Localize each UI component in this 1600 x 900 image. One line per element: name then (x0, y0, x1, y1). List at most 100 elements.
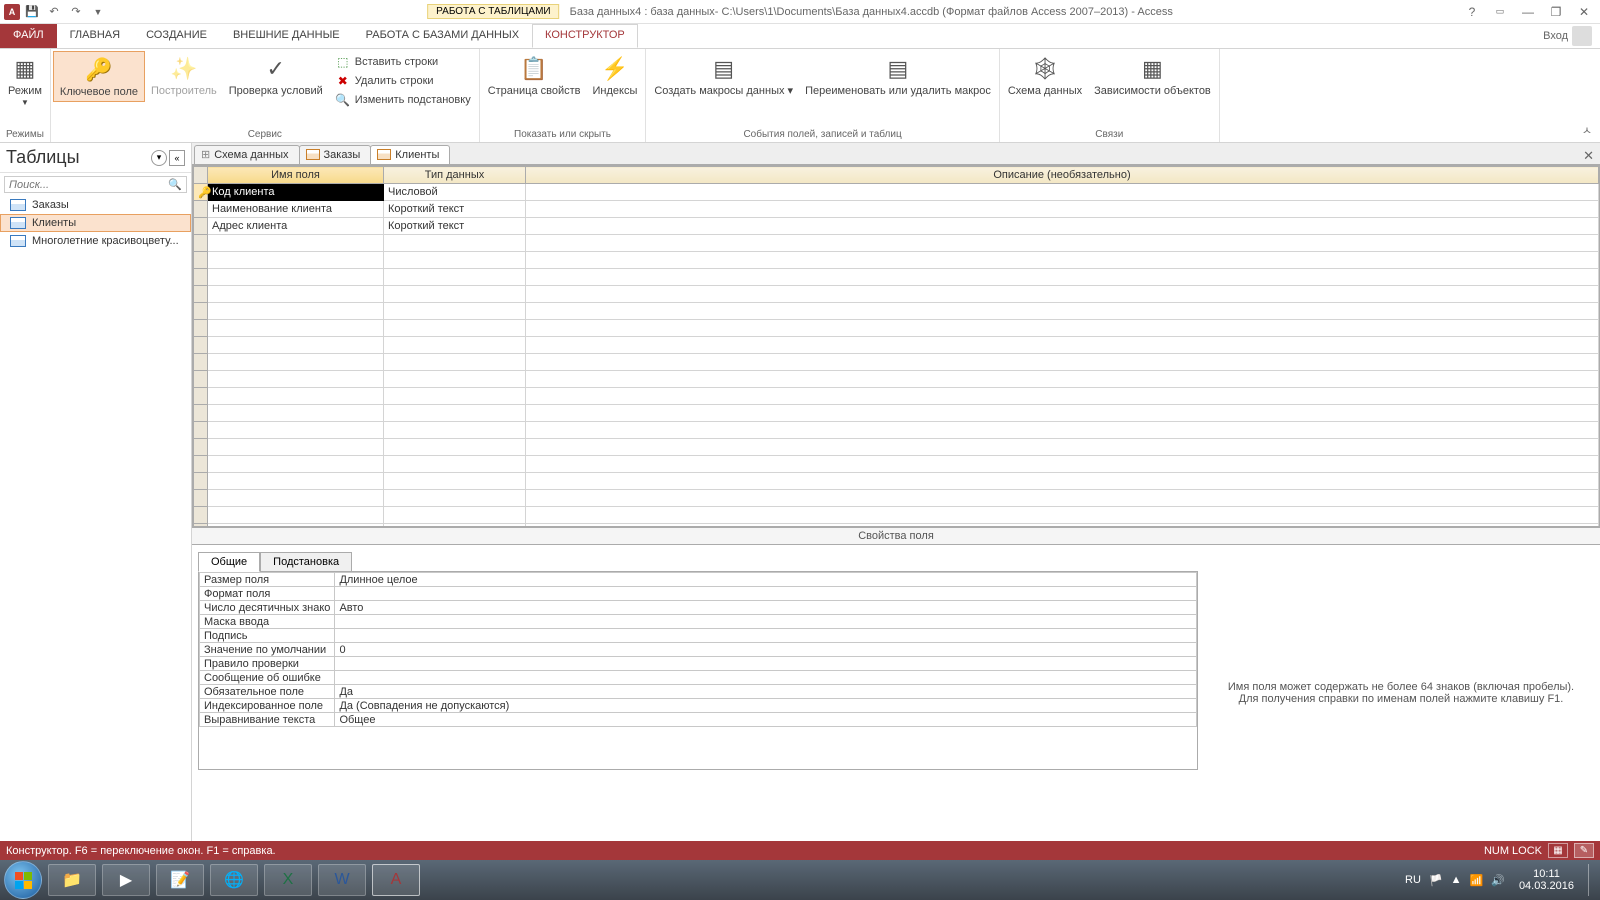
field-row[interactable]: Наименование клиентаКороткий текст (194, 201, 1599, 218)
validation-button[interactable]: ✓ Проверка условий (223, 51, 329, 100)
field-row-empty[interactable] (194, 456, 1599, 473)
view-datasheet-icon[interactable]: ▦ (1548, 843, 1568, 858)
tray-lang[interactable]: RU (1405, 874, 1421, 886)
close-tab-icon[interactable]: ✕ (1577, 148, 1600, 164)
nav-item[interactable]: Клиенты (0, 214, 191, 232)
taskbar-word[interactable]: W (318, 864, 366, 896)
field-row-empty[interactable] (194, 354, 1599, 371)
field-row-empty[interactable] (194, 490, 1599, 507)
ribbon-opts-icon[interactable]: ▭ (1488, 2, 1512, 22)
view-mode-button[interactable]: ▦ Режим▼ (2, 51, 48, 109)
nav-item[interactable]: Многолетние красивоцвету... (0, 232, 191, 250)
field-row-empty[interactable] (194, 269, 1599, 286)
show-desktop-button[interactable] (1588, 864, 1596, 896)
rename-delete-macro-button[interactable]: ▤ Переименовать или удалить макрос (799, 51, 997, 100)
taskbar-chrome[interactable]: 🌐 (210, 864, 258, 896)
field-row-empty[interactable] (194, 337, 1599, 354)
tray-volume-icon[interactable]: 🔊 (1491, 874, 1505, 887)
document-tab[interactable]: Клиенты (370, 145, 450, 164)
field-row[interactable]: Адрес клиентаКороткий текст (194, 218, 1599, 235)
field-design-grid[interactable]: Имя поля Тип данных Описание (необязател… (192, 165, 1600, 527)
object-dependencies-button[interactable]: ▦ Зависимости объектов (1088, 51, 1217, 100)
property-row[interactable]: Сообщение об ошибке (200, 671, 1197, 685)
property-row[interactable]: Выравнивание текстаОбщее (200, 713, 1197, 727)
field-row-empty[interactable] (194, 388, 1599, 405)
tray-up-icon[interactable]: ▲ (1451, 874, 1462, 886)
property-row[interactable]: Формат поля (200, 587, 1197, 601)
property-grid[interactable]: Размер поляДлинное целоеФормат поляЧисло… (198, 571, 1198, 770)
undo-icon[interactable]: ↶ (44, 2, 64, 22)
tab-dbtools[interactable]: РАБОТА С БАЗАМИ ДАННЫХ (353, 24, 532, 48)
property-row[interactable]: Маска ввода (200, 615, 1197, 629)
ribbon-tabs: ФАЙЛ ГЛАВНАЯ СОЗДАНИЕ ВНЕШНИЕ ДАННЫЕ РАБ… (0, 24, 1600, 49)
prop-tab-general[interactable]: Общие (198, 552, 260, 572)
restore-icon[interactable]: ❐ (1544, 2, 1568, 22)
field-row-empty[interactable] (194, 303, 1599, 320)
login-link[interactable]: Вход (1543, 30, 1568, 42)
relationships-button[interactable]: 🕸 Схема данных (1002, 51, 1088, 100)
nav-collapse-icon[interactable]: « (169, 150, 185, 166)
field-row-empty[interactable] (194, 405, 1599, 422)
delete-rows-button[interactable]: ✖Удалить строки (333, 72, 473, 90)
property-row[interactable]: Число десятичных знакоАвто (200, 601, 1197, 615)
field-row-empty[interactable] (194, 235, 1599, 252)
indexes-button[interactable]: ⚡ Индексы (586, 51, 643, 100)
field-row-empty[interactable] (194, 507, 1599, 524)
minimize-icon[interactable]: — (1516, 2, 1540, 22)
property-row[interactable]: Индексированное полеДа (Совпадения не до… (200, 699, 1197, 713)
taskbar-notepad[interactable]: 📝 (156, 864, 204, 896)
start-button[interactable] (4, 861, 42, 899)
field-row-empty[interactable] (194, 252, 1599, 269)
field-row-empty[interactable] (194, 320, 1599, 337)
field-row-empty[interactable] (194, 286, 1599, 303)
builder-button[interactable]: ✨ Построитель (145, 51, 223, 100)
search-icon[interactable]: 🔍 (168, 178, 182, 191)
search-input[interactable] (9, 179, 168, 191)
field-row-empty[interactable] (194, 371, 1599, 388)
col-description[interactable]: Описание (необязательно) (526, 167, 1599, 184)
insert-rows-button[interactable]: ⬚Вставить строки (333, 53, 473, 71)
primary-key-button[interactable]: 🔑 Ключевое поле (53, 51, 145, 102)
close-icon[interactable]: ✕ (1572, 2, 1596, 22)
nav-filter-dropdown-icon[interactable]: ▾ (151, 150, 167, 166)
taskbar-access[interactable]: A (372, 864, 420, 896)
taskbar-excel[interactable]: X (264, 864, 312, 896)
tray-flag-icon[interactable]: 🏳️ (1429, 874, 1443, 887)
document-tab[interactable]: ⊞Схема данных (194, 145, 300, 164)
col-data-type[interactable]: Тип данных (384, 167, 526, 184)
tab-external[interactable]: ВНЕШНИЕ ДАННЫЕ (220, 24, 353, 48)
collapse-ribbon-icon[interactable]: ㅅ (1574, 118, 1600, 142)
property-row[interactable]: Обязательное полеДа (200, 685, 1197, 699)
save-icon[interactable]: 💾 (22, 2, 42, 22)
modify-lookup-button[interactable]: 🔍Изменить подстановку (333, 91, 473, 109)
tab-create[interactable]: СОЗДАНИЕ (133, 24, 220, 48)
field-row[interactable]: 🔑Код клиентаЧисловой (194, 184, 1599, 201)
field-row-empty[interactable] (194, 473, 1599, 490)
property-row[interactable]: Размер поляДлинное целое (200, 573, 1197, 587)
tab-home[interactable]: ГЛАВНАЯ (57, 24, 133, 48)
view-design-icon[interactable]: ✎ (1574, 843, 1594, 858)
property-row[interactable]: Правило проверки (200, 657, 1197, 671)
help-icon[interactable]: ? (1460, 2, 1484, 22)
prop-tab-lookup[interactable]: Подстановка (260, 552, 352, 572)
field-row-empty[interactable] (194, 422, 1599, 439)
create-data-macros-button[interactable]: ▤ Создать макросы данных ▾ (648, 51, 799, 100)
property-row[interactable]: Подпись (200, 629, 1197, 643)
tab-design[interactable]: КОНСТРУКТОР (532, 24, 638, 48)
property-sheet-button[interactable]: 📋 Страница свойств (482, 51, 587, 100)
taskbar-explorer[interactable]: 📁 (48, 864, 96, 896)
col-field-name[interactable]: Имя поля (208, 167, 384, 184)
tray-clock[interactable]: 10:1104.03.2016 (1513, 868, 1580, 892)
taskbar-media[interactable]: ▶ (102, 864, 150, 896)
redo-icon[interactable]: ↷ (66, 2, 86, 22)
nav-item[interactable]: Заказы (0, 196, 191, 214)
nav-header[interactable]: Таблицы (6, 147, 149, 168)
user-avatar-icon[interactable] (1572, 26, 1592, 46)
field-row-empty[interactable] (194, 439, 1599, 456)
nav-search[interactable]: 🔍 (4, 176, 187, 193)
property-row[interactable]: Значение по умолчании0 (200, 643, 1197, 657)
qat-dropdown-icon[interactable]: ▼ (88, 2, 108, 22)
document-tab[interactable]: Заказы (299, 145, 372, 164)
tray-network-icon[interactable]: 📶 (1470, 874, 1484, 887)
tab-file[interactable]: ФАЙЛ (0, 24, 57, 48)
